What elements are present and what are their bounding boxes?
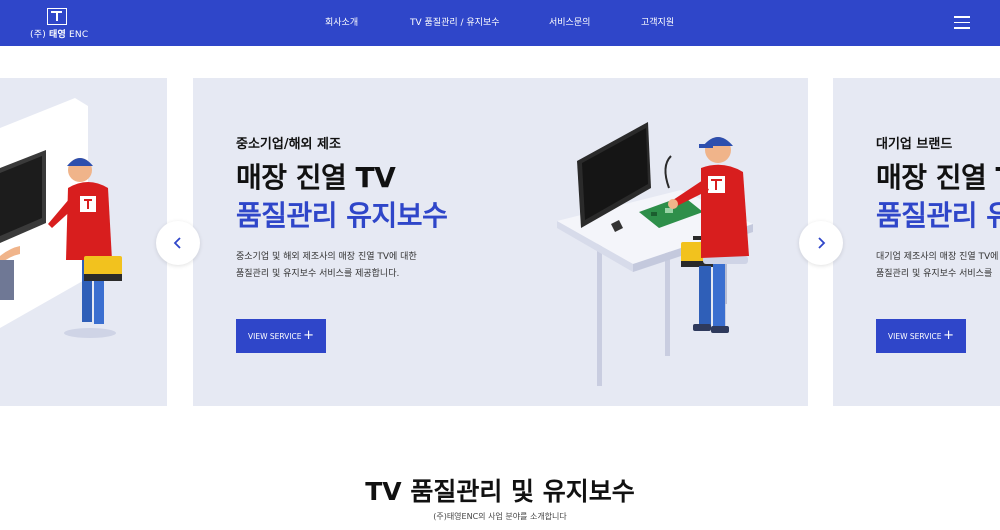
nav-item-tv-service[interactable]: TV 품질관리 / 유지보수 — [410, 0, 500, 46]
chevron-right-icon — [818, 237, 826, 249]
hero-slider: 중소기업/해외 제조 매장 진열 TV 품질관리 유지보수 중소기업 및 해외 … — [0, 78, 1000, 406]
view-service-button[interactable]: VIEW SERVICE + — [236, 319, 326, 353]
plus-icon: + — [943, 328, 954, 343]
slide-eyebrow: 대기업 브랜드 — [876, 137, 953, 152]
nav-item-inquiry[interactable]: 서비스문의 — [549, 0, 590, 46]
slide-previous[interactable] — [0, 78, 167, 406]
view-service-label: VIEW SERVICE — [248, 331, 302, 341]
slide-headline-accent: 품질관리 유지보수 — [876, 199, 1000, 232]
logo-t-icon — [47, 8, 67, 25]
nav-item-support[interactable]: 고객지원 — [641, 0, 674, 46]
plus-icon: + — [303, 328, 314, 343]
slide-description-line1: 대기업 제조사의 매장 진열 TV에 — [876, 252, 999, 262]
section-subtitle: (주)태영ENC의 사업 분야를 소개합니다 — [433, 512, 567, 521]
view-service-button[interactable]: VIEW SERVICE + — [876, 319, 966, 353]
slide-eyebrow: 중소기업/해외 제조 — [236, 137, 341, 152]
logo-text: (주) 태영 ENC — [30, 30, 89, 40]
nav-item-company[interactable]: 회사소개 — [325, 0, 358, 46]
view-service-label: VIEW SERVICE — [888, 331, 942, 341]
technician-repair-illustration — [557, 122, 753, 386]
slide-description-line2: 품질관리 및 유지보수 서비스를 — [876, 269, 993, 279]
technician-tv-illustration — [0, 98, 122, 338]
chevron-left-icon — [173, 237, 181, 249]
top-header: (주) 태영 ENC 회사소개 TV 품질관리 / 유지보수 서비스문의 고객지… — [0, 0, 1000, 46]
hamburger-menu-icon[interactable] — [954, 16, 970, 29]
slide-next[interactable]: 대기업 브랜드 매장 진열 TV 품질관리 유지보수 대기업 제조사의 매장 진… — [833, 78, 1000, 406]
slide-headline: 매장 진열 TV — [236, 161, 396, 194]
section-title: TV 품질관리 및 유지보수 — [365, 477, 635, 506]
slider-next-button[interactable] — [799, 221, 843, 265]
logo[interactable]: (주) 태영 ENC — [30, 8, 89, 40]
slide-description-line2: 품질관리 및 유지보수 서비스를 제공합니다. — [236, 269, 400, 279]
slide-current: 중소기업/해외 제조 매장 진열 TV 품질관리 유지보수 중소기업 및 해외 … — [193, 78, 808, 406]
slide-headline: 매장 진열 TV — [876, 161, 1000, 194]
slide-headline-accent: 품질관리 유지보수 — [236, 199, 448, 232]
slider-prev-button[interactable] — [156, 221, 200, 265]
slide-description-line1: 중소기업 및 해외 제조사의 매장 진열 TV에 대한 — [236, 252, 417, 262]
